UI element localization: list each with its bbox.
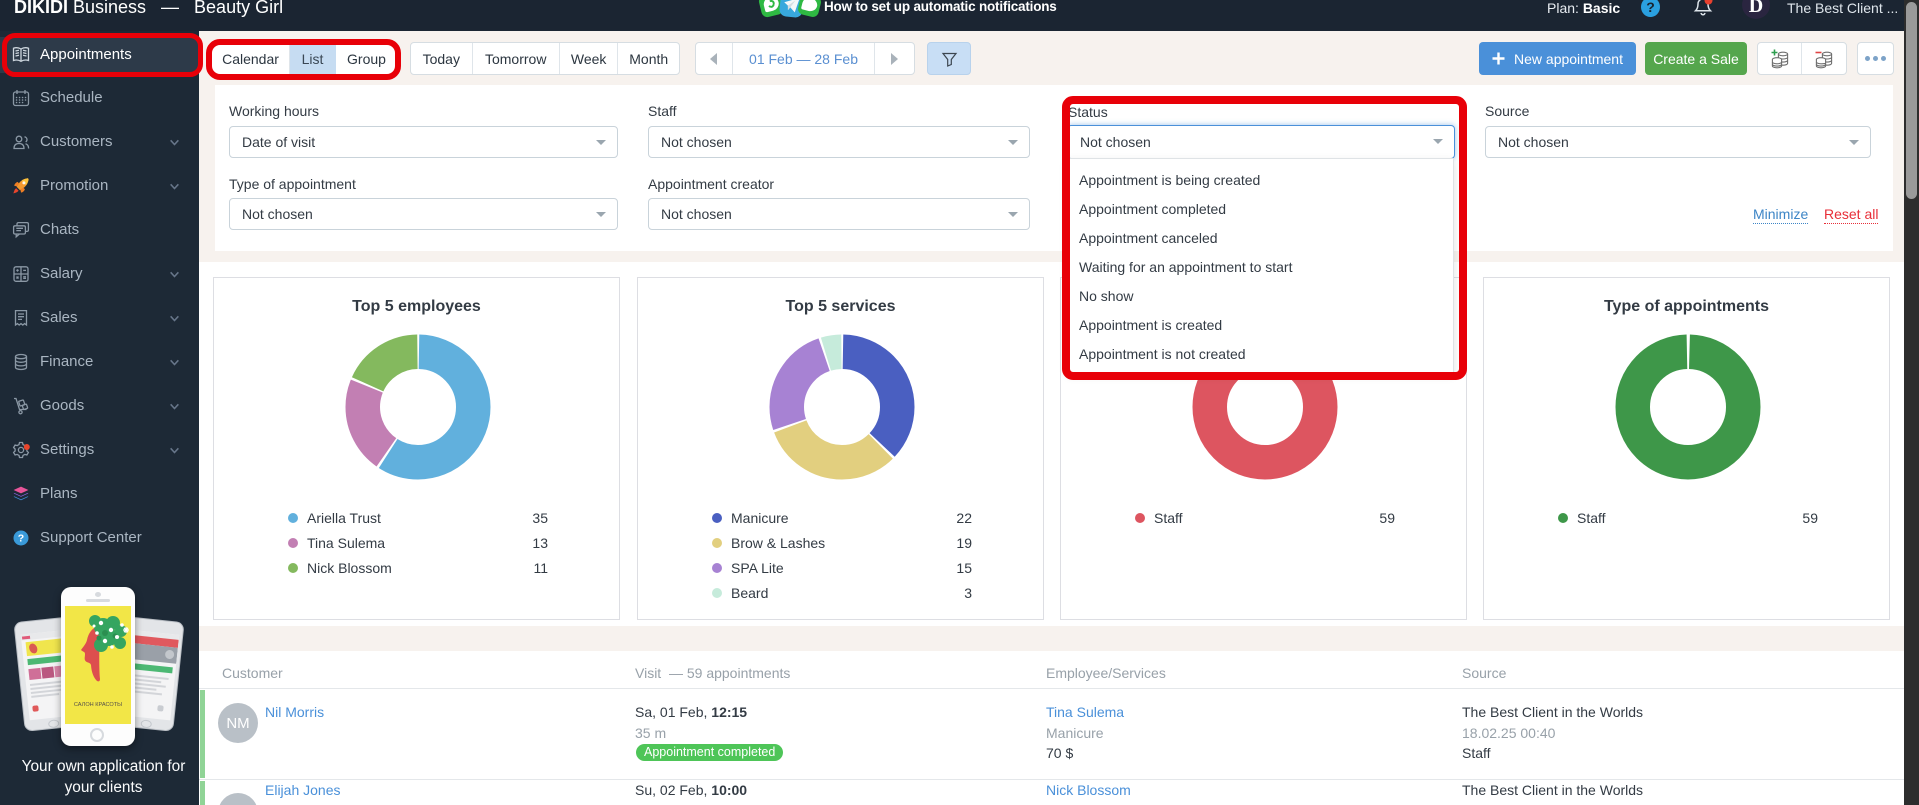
svg-text:САЛОН КРАСОТЫ: САЛОН КРАСОТЫ [74, 702, 122, 708]
svg-text:?: ? [18, 533, 24, 545]
